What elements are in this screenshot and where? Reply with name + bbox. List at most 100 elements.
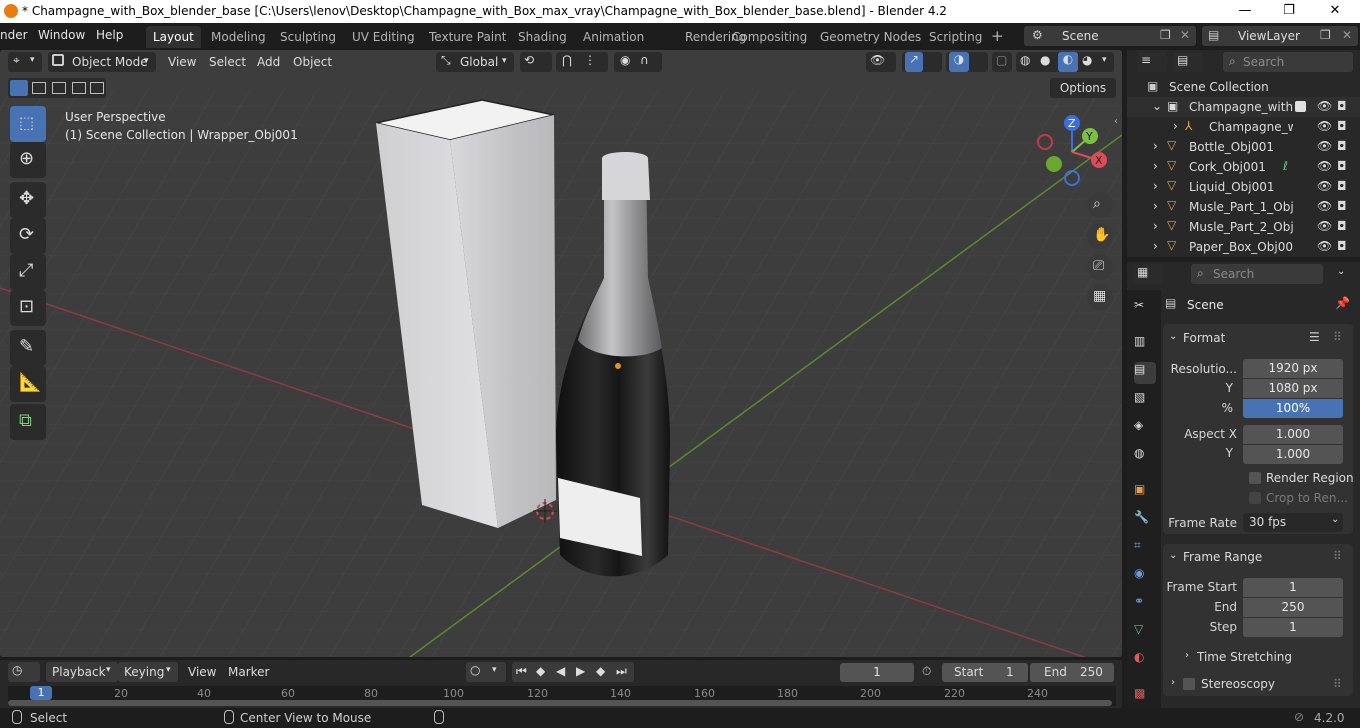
eye-icon[interactable]: 👁	[1317, 99, 1332, 113]
expand-right-icon[interactable]: ›	[1153, 159, 1158, 173]
constraints-tab-icon[interactable]: ⚭	[1134, 594, 1156, 616]
particles-tab-icon[interactable]: ⌗	[1134, 538, 1156, 560]
outliner-row[interactable]: › ▽ Cork_Obj001 ℓ 👁 ◘	[1127, 157, 1360, 177]
timeline-scrollbar[interactable]	[8, 700, 1112, 706]
outliner-row-scene-collection[interactable]: ▣ Scene Collection	[1127, 77, 1360, 97]
jump-start-icon[interactable]: ⏮	[516, 664, 527, 679]
start-frame-field[interactable]: Start 1	[942, 663, 1028, 682]
properties-editor-type[interactable]: ▦	[1133, 264, 1163, 284]
menu-select[interactable]: Select	[209, 55, 246, 69]
eye-icon[interactable]: 👁	[1317, 159, 1332, 173]
eye-icon[interactable]: 👁	[1317, 179, 1332, 193]
physics-tab-icon[interactable]: ◉	[1134, 566, 1156, 588]
chevron-right-icon[interactable]: ›	[1185, 650, 1189, 661]
crop-checkbox[interactable]	[1249, 492, 1261, 504]
modifier-tab-icon[interactable]: 🔧	[1134, 510, 1156, 532]
outliner-row[interactable]: ⌄ ▣ Champagne_with_B 👁 ◘	[1127, 97, 1360, 117]
timeline-menu-marker[interactable]: Marker	[228, 665, 269, 679]
select-new-icon[interactable]	[10, 80, 28, 96]
remove-scene-icon[interactable]: ✕	[1180, 28, 1190, 42]
stopwatch-icon[interactable]: ⏱	[922, 664, 931, 679]
frame-step-field[interactable]: 1	[1243, 618, 1343, 637]
pin-icon[interactable]: 📌	[1335, 296, 1350, 310]
auto-keying-button[interactable]: ○ ▾	[466, 662, 506, 682]
remove-viewlayer-icon[interactable]: ✕	[1342, 28, 1352, 42]
select-intersect-icon[interactable]	[90, 82, 104, 94]
select-extend-icon[interactable]	[32, 82, 46, 94]
tab-layout[interactable]: Layout	[146, 26, 201, 48]
aspect-y-field[interactable]: 1.000	[1243, 445, 1343, 464]
tool-tab-icon[interactable]: ✂	[1134, 298, 1156, 320]
annotate-tool[interactable]: ✎	[10, 330, 46, 366]
data-tab-icon[interactable]: ▽	[1134, 622, 1156, 644]
display-mode-dropdown[interactable]: ▤	[1173, 52, 1203, 72]
eye-icon[interactable]: 👁	[1317, 119, 1332, 133]
sidebar-toggle-icon[interactable]: ‹	[1114, 116, 1118, 127]
tab-geometry-nodes[interactable]: Geometry Nodes	[813, 26, 928, 48]
play-icon[interactable]: ▶	[576, 664, 585, 678]
tab-shading[interactable]: Shading	[511, 26, 574, 48]
world-tab-icon[interactable]: ◍	[1134, 446, 1156, 468]
outliner-search[interactable]: ⌕ Search	[1223, 52, 1353, 72]
outliner-row[interactable]: › ▽ Paper_Box_Obj001 👁 ◘	[1127, 237, 1360, 257]
select-box-tool[interactable]: ⬚	[10, 106, 46, 142]
camera-render-icon[interactable]: ◘	[1337, 159, 1347, 173]
add-cube-tool[interactable]: ⧉	[10, 404, 46, 440]
menu-help[interactable]: Help	[96, 28, 123, 42]
timeline-ruler[interactable]: 1 20 40 60 80 100 120 140 160 180 200 22…	[8, 686, 1116, 706]
keying-dropdown[interactable]: Keying ▾	[118, 662, 178, 682]
pan-button[interactable]: ✋	[1087, 223, 1113, 249]
options-dropdown[interactable]: Options	[1050, 78, 1116, 98]
material-tab-icon[interactable]: ◐	[1134, 650, 1156, 672]
menu-window[interactable]: Window	[38, 28, 85, 42]
proportional-editing-button[interactable]: ◉ ∩	[614, 52, 662, 72]
material-shading-icon[interactable]: ◐	[1058, 52, 1078, 72]
scene-tab-icon[interactable]: ◈	[1134, 418, 1156, 440]
transform-orientation-dropdown[interactable]: ⤡ Global ▾	[436, 52, 514, 72]
prev-keyframe-icon[interactable]: ◆	[536, 664, 545, 678]
overlays-button[interactable]: ◑	[946, 52, 988, 72]
minimize-button[interactable]: —	[1222, 0, 1268, 23]
zoom-button[interactable]: ⌕	[1087, 192, 1113, 218]
tab-scripting[interactable]: Scripting	[922, 26, 989, 48]
rotate-tool[interactable]: ⟳	[10, 218, 46, 254]
stereoscopy-checkbox[interactable]	[1183, 678, 1195, 690]
outliner-row[interactable]: › ▽ Bottle_Obj001 👁 ◘	[1127, 137, 1360, 157]
scale-tool[interactable]: ⤢	[10, 254, 46, 290]
transform-tool[interactable]: ⊡	[10, 290, 46, 326]
camera-render-icon[interactable]: ◘	[1337, 239, 1347, 253]
expand-right-icon[interactable]: ›	[1153, 179, 1158, 193]
copy-scene-icon[interactable]: ❐	[1160, 28, 1171, 42]
chevron-down-icon[interactable]: ▾	[1102, 55, 1107, 65]
rendered-shading-icon[interactable]: ◕	[1082, 53, 1092, 67]
menu-render[interactable]: nder	[0, 28, 28, 42]
play-reverse-icon[interactable]: ◀	[556, 664, 565, 678]
resolution-percent-field[interactable]: 100%	[1243, 399, 1343, 418]
outliner-row[interactable]: › ▽ Musle_Part_2_Obj0 👁 ◘	[1127, 217, 1360, 237]
presets-list-icon[interactable]: ☰	[1309, 330, 1320, 344]
add-workspace-icon[interactable]: +	[991, 27, 1004, 45]
expand-right-icon[interactable]: ›	[1153, 239, 1158, 253]
resolution-y-field[interactable]: 1080 px	[1243, 379, 1343, 398]
select-subtract-icon[interactable]	[52, 82, 66, 94]
aspect-x-field[interactable]: 1.000	[1243, 425, 1343, 444]
expand-right-icon[interactable]: ›	[1173, 119, 1178, 133]
frame-range-title[interactable]: Frame Range	[1183, 550, 1262, 564]
object-tab-icon[interactable]: ▣	[1134, 482, 1156, 504]
properties-search[interactable]: ⌕ Search	[1191, 264, 1323, 284]
outliner-row[interactable]: › ▽ Musle_Part_1_Obj0 👁 ◘	[1127, 197, 1360, 217]
output-tab-icon[interactable]: ▤	[1134, 362, 1156, 384]
timeline-editor-type[interactable]: ◷	[8, 662, 40, 682]
expand-down-icon[interactable]: ⌄	[1152, 99, 1162, 113]
outliner-row[interactable]: › ▽ Liquid_Obj001 👁 ◘	[1127, 177, 1360, 197]
time-stretching-subpanel[interactable]: Time Stretching	[1197, 650, 1292, 664]
eye-icon[interactable]: 👁	[1317, 219, 1332, 233]
frame-start-field[interactable]: 1	[1243, 578, 1343, 597]
ortho-toggle-button[interactable]: ▦	[1087, 284, 1113, 310]
tab-modeling[interactable]: Modeling	[204, 26, 273, 48]
frame-end-field[interactable]: 250	[1243, 598, 1343, 617]
pivot-point-button[interactable]: ⟲	[520, 52, 552, 72]
gizmo-toggle-button[interactable]: ↗	[902, 52, 942, 72]
wireframe-shading-icon[interactable]: ◍	[1020, 53, 1030, 67]
camera-render-icon[interactable]: ◘	[1337, 99, 1347, 113]
